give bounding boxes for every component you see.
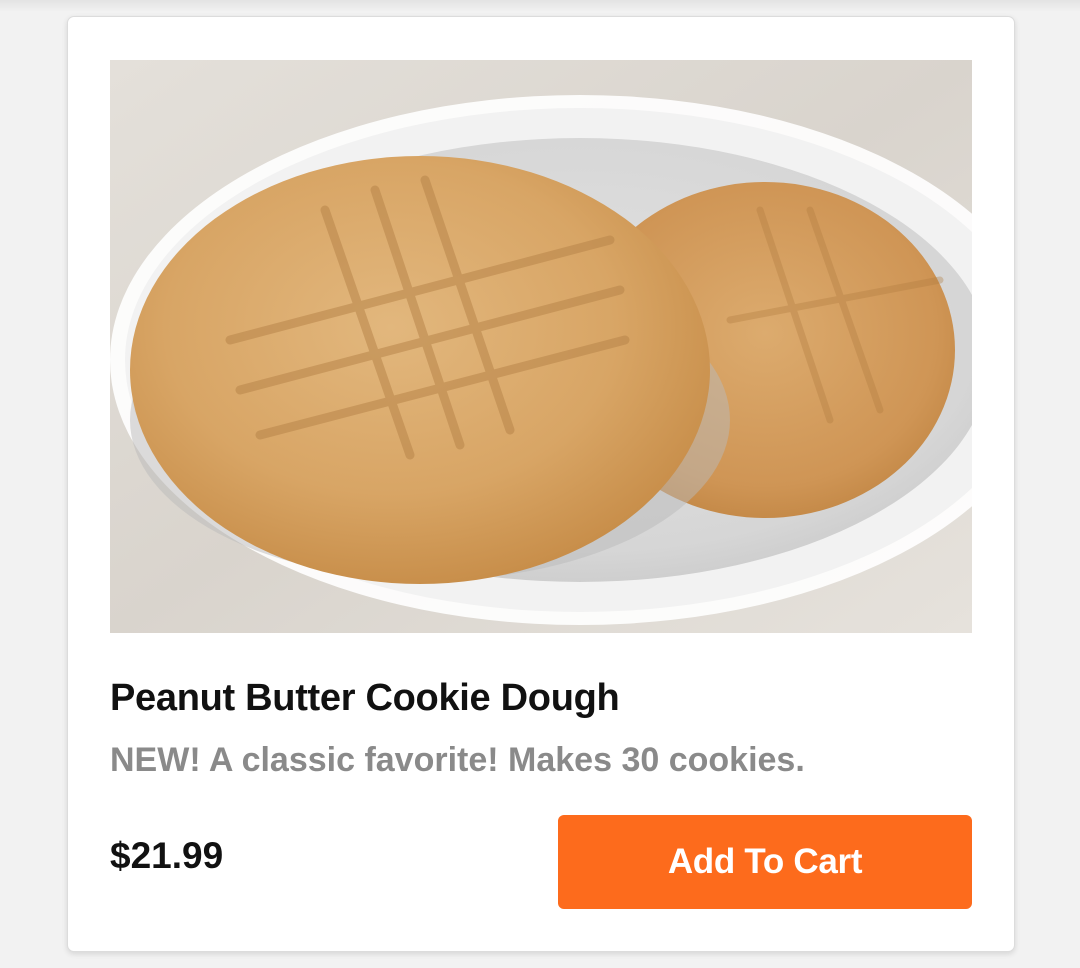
product-card: Peanut Butter Cookie Dough NEW! A classi… <box>67 16 1015 952</box>
product-description: NEW! A classic favorite! Makes 30 cookie… <box>110 741 805 779</box>
product-title: Peanut Butter Cookie Dough <box>110 677 620 719</box>
product-price: $21.99 <box>110 835 224 876</box>
page: Peanut Butter Cookie Dough NEW! A classi… <box>0 0 1080 968</box>
product-image <box>110 60 972 633</box>
add-to-cart-button[interactable]: Add To Cart <box>558 815 972 909</box>
